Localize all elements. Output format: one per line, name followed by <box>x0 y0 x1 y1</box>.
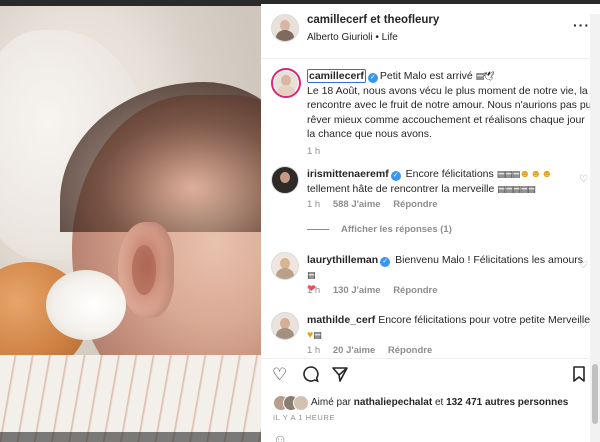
post-audio: Alberto Giurioli • Life <box>307 32 398 43</box>
comment-text: mathilde_cerf Encore félicitations pour … <box>307 313 592 342</box>
reply-button[interactable]: Répondre <box>393 199 437 210</box>
liked-by-prefix: Aimé par <box>311 397 352 408</box>
likes-summary: Aimé par nathaliepechalat et 132 471 aut… <box>311 397 568 408</box>
audio-track[interactable]: Life <box>382 32 398 43</box>
more-dots-icon[interactable]: ··· <box>573 17 590 33</box>
caption-avatar[interactable] <box>271 68 301 98</box>
comment-time: 1 h <box>307 285 321 296</box>
comment-bubble-icon[interactable] <box>302 365 320 388</box>
comment-time: 1 h <box>307 199 321 210</box>
scrollbar-thumb[interactable] <box>592 364 598 424</box>
comment-avatar[interactable] <box>271 252 299 280</box>
author-avatar[interactable] <box>271 14 299 42</box>
avatar-body <box>275 268 295 279</box>
comment-likes[interactable]: 588 J'aime <box>333 199 381 210</box>
emoji-icon: ▤ <box>313 329 321 340</box>
post-timestamp: IL Y A 1 HEURE <box>273 413 336 422</box>
bookmark-svg <box>573 366 585 382</box>
post-authors[interactable]: camillecerf et theofleury <box>307 14 439 26</box>
liker-avatar[interactable] <box>293 395 309 411</box>
verified-badge-icon: ✓ <box>390 171 401 181</box>
photo-brush-bristles <box>46 270 126 340</box>
comment-username[interactable]: laurythilleman <box>307 254 378 266</box>
liked-by-user[interactable]: nathaliepechalat <box>354 397 432 408</box>
comment-text: irismittenaeremf ✓ Encore félicitations ▤… <box>307 167 592 196</box>
comment-likes[interactable]: 20 J'aime <box>333 345 375 356</box>
comment-username[interactable]: mathilde_cerf <box>307 314 375 326</box>
avatar-body <box>276 85 296 96</box>
reply-button[interactable]: Répondre <box>393 285 437 296</box>
comments-list[interactable]: camillecerf ✓ Petit Malo est arrivé ▤🕊 Le … <box>261 58 600 358</box>
comment-avatar[interactable] <box>271 166 299 194</box>
comment-bubble-svg <box>303 366 319 383</box>
replies-divider <box>307 228 329 230</box>
paper-plane-icon[interactable] <box>331 365 349 388</box>
emoji-icon: ▤ <box>307 269 315 280</box>
avatar-face <box>279 171 291 184</box>
post-photo[interactable] <box>0 0 261 442</box>
comment-body: Encore félicitations <box>405 168 494 180</box>
comment-meta: 1 h 588 J'aime Répondre <box>307 199 448 210</box>
photo-bottom-edge <box>0 432 261 442</box>
caption-title: Petit Malo est arrivé <box>379 70 473 82</box>
comment-meta: 1 h 130 J'aime Répondre <box>307 285 448 296</box>
comment-avatar[interactable] <box>271 312 299 340</box>
caption-body: Le 18 Août, nous avons vécu le plus mome… <box>307 84 592 141</box>
paper-plane-svg <box>332 367 348 382</box>
caption-username[interactable]: camillecerf <box>307 69 366 83</box>
emoji-picker-icon[interactable]: ☺ <box>273 431 287 442</box>
photo-striped-cloth <box>0 355 261 442</box>
comment-like-heart-icon[interactable]: ♡ <box>579 320 588 331</box>
view-replies-button[interactable]: Afficher les réponses (1) <box>307 224 452 235</box>
liked-by-others[interactable]: 132 471 autres personnes <box>446 397 568 408</box>
caption-text: camillecerf ✓ Petit Malo est arrivé ▤🕊 Le … <box>307 69 592 142</box>
window-top-edge <box>261 0 600 4</box>
comment-body-2: tellement hâte de rencontrer la merveill… <box>307 182 495 195</box>
heart-outline-icon[interactable]: ♡ <box>272 365 287 385</box>
verified-badge-icon: ✓ <box>367 73 378 83</box>
verified-badge-icon: ✓ <box>380 257 391 267</box>
bookmark-icon[interactable] <box>572 365 586 388</box>
comment-like-heart-icon[interactable]: ♡ <box>579 174 588 185</box>
comment-body: Encore félicitations pour votre petite M… <box>378 314 591 326</box>
post-actions: ♡ Aimé par nathaliepechalat et 132 471 a… <box>261 358 600 442</box>
comment-username[interactable]: irismittenaeremf <box>307 168 389 180</box>
smile-emoji-icon: ☻☻☻ <box>519 168 553 180</box>
comment-likes[interactable]: 130 J'aime <box>333 285 381 296</box>
audio-separator: • <box>375 32 379 43</box>
avatar-body <box>275 328 295 339</box>
comment-meta: 1 h 20 J'aime Répondre <box>307 345 442 356</box>
photo-top-edge <box>0 0 261 6</box>
post-panel: camillecerf et theofleury Alberto Giurio… <box>261 0 600 442</box>
comment-body: Bienvenu Malo ! Félicitations les amours <box>395 254 584 266</box>
scrollbar[interactable] <box>590 14 600 442</box>
comment-like-heart-icon[interactable]: ♡ <box>579 260 588 271</box>
reply-button[interactable]: Répondre <box>388 345 432 356</box>
liked-by-middle: et <box>434 397 444 408</box>
comment-time: 1 h <box>307 345 321 356</box>
post-header: camillecerf et theofleury Alberto Giurio… <box>261 0 600 59</box>
avatar-body <box>275 30 295 41</box>
emoji-icon: ▤🕊 <box>475 71 495 81</box>
caption-time: 1 h <box>307 146 321 157</box>
view-replies-label: Afficher les réponses (1) <box>341 224 452 235</box>
audio-artist[interactable]: Alberto Giurioli <box>307 32 373 43</box>
emoji-icon: ▤▤▤▤▤ <box>497 183 536 194</box>
emoji-icon: ▤▤▤ <box>496 169 520 179</box>
photo-ear-inner <box>132 245 156 295</box>
